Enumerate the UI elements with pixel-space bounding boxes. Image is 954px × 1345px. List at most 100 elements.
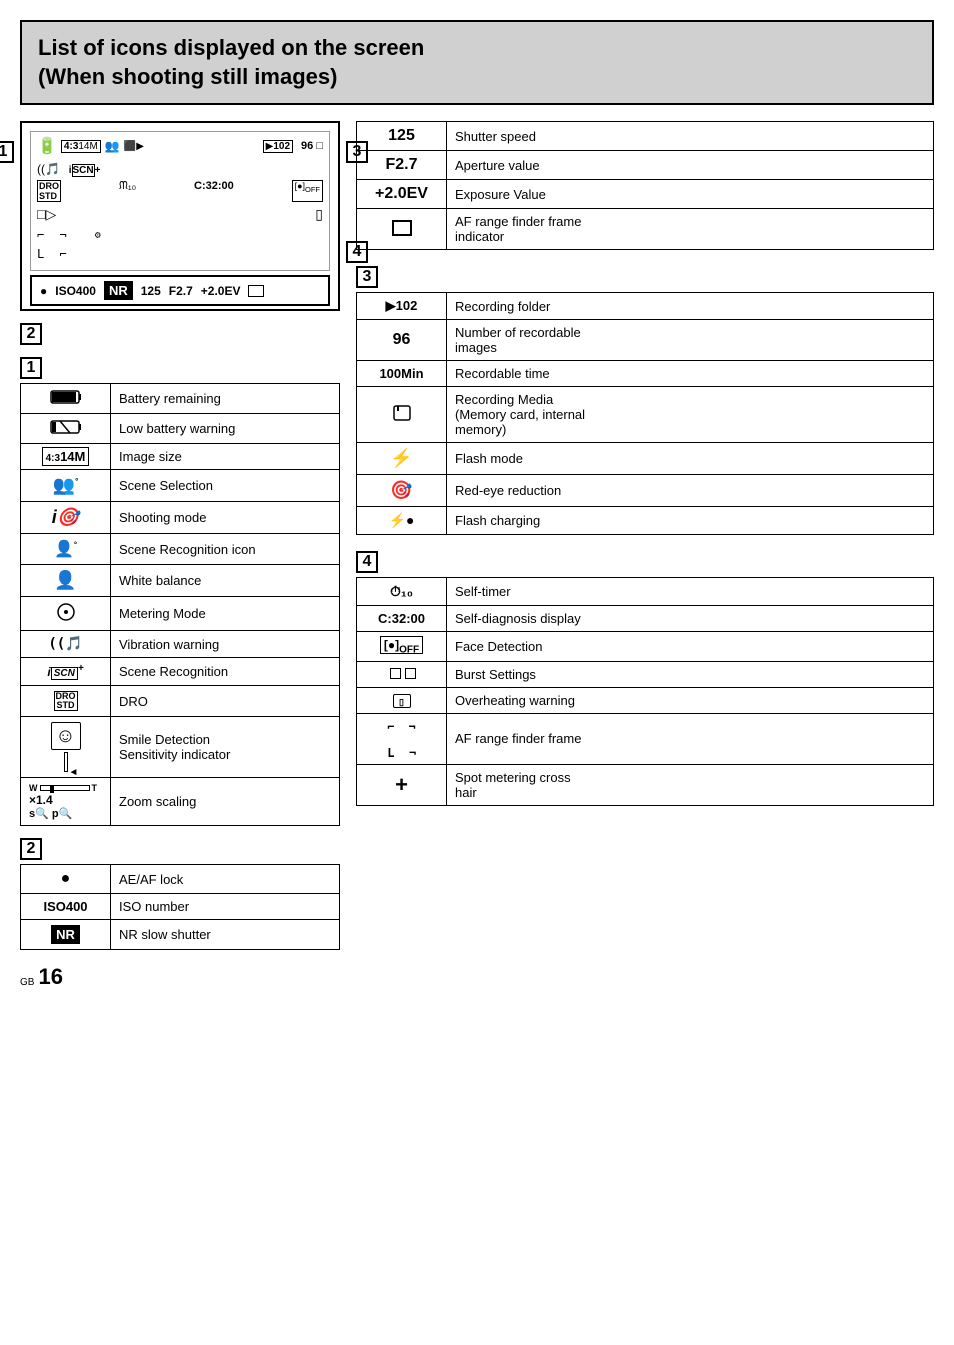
label-cell: Recording folder: [447, 293, 934, 320]
table-row: Battery remaining: [21, 384, 340, 414]
timer-preview: ᙏ₁₀: [119, 180, 136, 202]
burst-sq-2: [405, 668, 416, 679]
label-cell: White balance: [111, 565, 340, 597]
section1-badge: 1: [20, 357, 42, 379]
table-row: F2.7 Aperture value: [357, 151, 934, 180]
icon-cell: [21, 414, 111, 444]
icon-cell: ●: [21, 865, 111, 894]
section2-table: ● AE/AF lock ISO400 ISO number NR: [20, 864, 340, 950]
icon-cell: ⚡●: [357, 507, 447, 535]
table-row: 96 Number of recordable images: [357, 320, 934, 361]
vib-preview: ((🎵: [37, 162, 60, 176]
smile-detection-icon: ☺ ◄: [29, 722, 102, 772]
status-bar: ● ISO400 NR 125 F2.7 +2.0EV: [30, 275, 330, 306]
section4-table: ⏱₁₀ Self-timer C:32:00 Self-diagnosis di…: [356, 577, 934, 805]
table-row: 125 Shutter speed: [357, 122, 934, 151]
table-row: 👤° Scene Recognition icon: [21, 534, 340, 565]
battery-icon-preview: 🔋: [37, 136, 57, 156]
section2b-table: 125 Shutter speed F2.7 Aperture value +2…: [356, 121, 934, 250]
label-cell: Metering Mode: [111, 597, 340, 631]
table-row: ▶102 Recording folder: [357, 293, 934, 320]
icon-cell: NR: [21, 920, 111, 950]
page-number: 16: [38, 966, 62, 988]
label-cell: DRO: [111, 686, 340, 717]
af-frame-indicator-icon: [392, 220, 412, 236]
preview-top-row: 🔋 4:314M 👥 ⬛▶ ▶102 96 □: [31, 132, 329, 160]
section2-header: 2: [20, 838, 340, 860]
table-row: 100Min Recordable time: [357, 361, 934, 387]
label-3-badge: 3: [346, 141, 368, 163]
af-corner-tr: ¬: [409, 721, 416, 733]
table-row: + Spot metering cross hair: [357, 764, 934, 805]
table-row: i🎯 Shooting mode: [21, 502, 340, 534]
icon-cell: 96: [357, 320, 447, 361]
folder-preview: ▶102: [263, 140, 293, 153]
count-preview: 96 □: [301, 140, 323, 152]
preview-dro-row: DROSTD ᙏ₁₀ C:32:00 [●]OFF: [31, 178, 329, 204]
metering-icon: [56, 610, 76, 625]
burst-preview: □▷: [37, 206, 56, 223]
label-cell: Recordable time: [447, 361, 934, 387]
table-row: 4:314M Image size: [21, 444, 340, 470]
icon-cell: ⌐ ¬ L ⌐: [357, 713, 447, 764]
table-row: Metering Mode: [21, 597, 340, 631]
label-cell: Face Detection: [447, 632, 934, 661]
label-cell: AF range finder frame indicator: [447, 209, 934, 250]
label-cell: Shooting mode: [111, 502, 340, 534]
table-row: +2.0EV Exposure Value: [357, 180, 934, 209]
icon-cell: +2.0EV: [357, 180, 447, 209]
table-row: ⏱₁₀ Self-timer: [357, 578, 934, 606]
iso-icon: ISO400: [43, 899, 87, 914]
ev-status: +2.0EV: [201, 284, 241, 298]
af-corner-br: ⌐: [409, 747, 416, 759]
section3-badge: 3: [356, 266, 378, 288]
icon-cell: [21, 597, 111, 631]
label-cell: Vibration warning: [111, 631, 340, 658]
label-cell: Spot metering cross hair: [447, 764, 934, 805]
preview-af-row: ⌐ ¬ ⚙: [31, 225, 329, 244]
icon-cell: i🎯: [21, 502, 111, 534]
flash-mode-icon: ⚡: [390, 448, 412, 468]
section3-header: 3: [356, 266, 934, 288]
label-cell: Red-eye reduction: [447, 475, 934, 507]
zoom-t-label: T: [92, 783, 98, 793]
battery-full-svg: [50, 389, 82, 405]
flash-charging-icon: ⚡●: [389, 512, 415, 528]
face-det-preview: [●]OFF: [292, 180, 323, 202]
white-balance-icon: 👤: [54, 570, 76, 590]
table-row: C:32:00 Self-diagnosis display: [357, 606, 934, 632]
iso-status: ISO400: [55, 284, 96, 298]
preview-mode-row: ((🎵 iSCN+: [31, 160, 329, 178]
label-cell: Scene Recognition: [111, 658, 340, 686]
battery-low-svg: [50, 419, 82, 435]
icon-cell: 👤°: [21, 534, 111, 565]
table-row: 👤 White balance: [21, 565, 340, 597]
icon-cell: ⏱₁₀: [357, 578, 447, 606]
dot-indicator: ●: [40, 284, 47, 298]
icon-cell: DROSTD: [21, 686, 111, 717]
zoom-types: s🔍 p🔍: [29, 807, 72, 820]
table-row: 🎯 Red-eye reduction: [357, 475, 934, 507]
icon-cell: [357, 387, 447, 443]
icon-cell: iSCN+: [21, 658, 111, 686]
table-row: AF range finder frame indicator: [357, 209, 934, 250]
burst-icon: [390, 668, 413, 679]
icon-cell: ((🎵: [21, 631, 111, 658]
icon-cell: ☺ ◄: [21, 717, 111, 778]
preview-top-right: ▶102 96 □: [263, 140, 323, 153]
af-corners-preview: ⌐ ¬ ⚙: [37, 228, 105, 242]
recording-media-svg: [392, 405, 412, 421]
table-row: [●]OFF Face Detection: [357, 632, 934, 661]
table-row: iSCN+ Scene Recognition: [21, 658, 340, 686]
preview-top-left: 🔋 4:314M 👥 ⬛▶: [37, 136, 144, 156]
label-cell: Self-diagnosis display: [447, 606, 934, 632]
vibration-icon: ((🎵: [48, 636, 82, 652]
table-row: ⚡● Flash charging: [357, 507, 934, 535]
label-4-badge: 4: [346, 241, 368, 263]
recording-media-icon: [392, 409, 412, 424]
label-cell: Aperture value: [447, 151, 934, 180]
language-label: GB: [20, 978, 34, 988]
zoom-bar: W T: [29, 783, 97, 793]
battery-low-icon: [50, 423, 82, 438]
mode-preview: iSCN+: [69, 165, 101, 176]
